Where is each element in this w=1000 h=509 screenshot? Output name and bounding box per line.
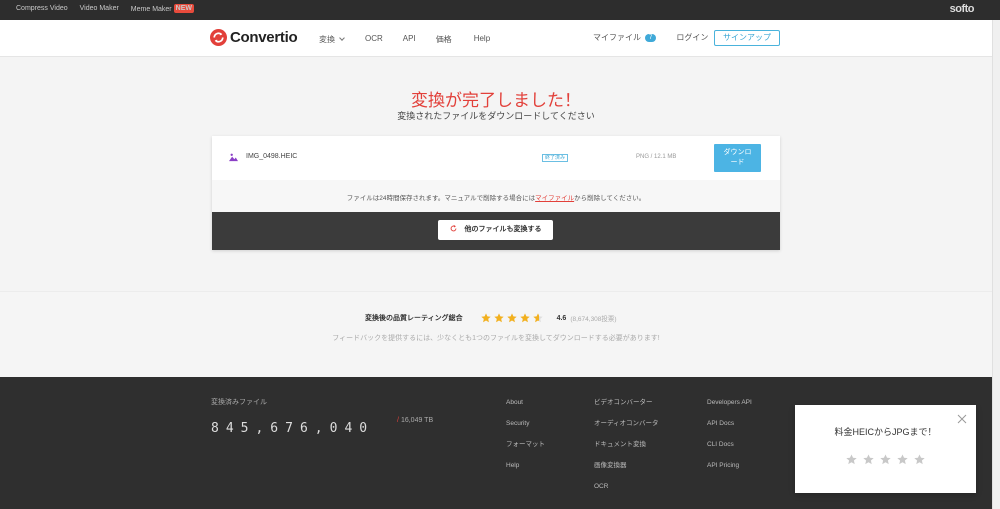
top-links: Compress Video Video Maker Meme Maker NEW [16,4,194,13]
nav-ocr[interactable]: OCR [365,34,383,45]
converted-size-value: 16,049 TB [400,417,434,424]
star-icon [519,313,530,323]
rating-label: 変換後の品質レーティング総合 [365,315,463,322]
convertio-logo[interactable]: Convertio [210,29,298,46]
popup-star-icon[interactable] [880,454,891,465]
download-button-label-line2: ード [730,159,745,166]
top-link-video-maker[interactable]: Video Maker [80,5,119,13]
footer-link-about[interactable]: About [506,398,545,407]
footer-column-company: About Security フォーマット Help [506,398,545,470]
footer-column-converters: ビデオコンバーター オーディオコンバータ ドキュメント変換 画像変換器 OCR [594,398,659,491]
popup-star-icon[interactable] [846,454,857,465]
image-file-icon [229,153,238,162]
star-icon [493,313,504,323]
top-link-meme-maker-label: Meme Maker [130,6,172,13]
star-icon [480,313,491,323]
star-icon [532,313,543,323]
my-files-link[interactable]: マイファイル 7 [593,32,657,43]
popup-star-icon[interactable] [914,454,925,465]
convert-other-files-label: 他のファイルも変換する [464,226,542,233]
refresh-icon [450,225,456,232]
close-icon[interactable] [957,414,967,424]
slash-divider: / [397,417,399,424]
footer-link-ocr[interactable]: OCR [594,482,659,491]
my-files-count-badge: 7 [645,34,657,42]
header-account: マイファイル 7 ログイン [593,32,708,43]
signup-button[interactable]: サインアップ [714,30,780,46]
footer-link-help[interactable]: Help [506,461,545,470]
conversion-complete-title: 変換が完了しました！ [411,91,581,110]
status-badge: 終了済み [542,154,569,162]
footer-link-api-docs[interactable]: API Docs [707,419,752,428]
nav-help[interactable]: Help [474,34,490,45]
nav-api[interactable]: API [403,34,416,45]
file-card: IMG_0498.HEIC 終了済み PNG / 12.1 MB ダウンロ ード… [212,136,780,250]
footer-link-cli-docs[interactable]: CLI Docs [707,440,752,449]
popup-star-icon[interactable] [863,454,874,465]
chevron-down-icon [339,35,345,41]
footer-link-image-converter[interactable]: 画像変換器 [594,461,659,470]
rating-score: 4.6 [556,314,567,322]
page-scrollbar[interactable] [992,20,1000,509]
conversion-complete-subtitle: 変換されたファイルをダウンロードしてください [397,111,595,121]
softo-logo[interactable]: softo [950,3,975,15]
footer-column-developers: Developers API API Docs CLI Docs API Pri… [707,398,752,470]
converted-size: /16,049 TB [397,417,433,424]
new-badge: NEW [173,4,194,13]
rating-line: 変換後の品質レーティング総合 4.6 (8,674,308投票) [365,313,617,323]
convertio-logo-icon [210,29,227,46]
popup-rating-stars [846,454,925,465]
footer-link-video-converter[interactable]: ビデオコンバーター [594,398,659,407]
feedback-note: フィードバックを提供するには、少なくとも1つのファイルを変換してダウンロードする… [332,335,660,342]
footer-link-formats[interactable]: フォーマット [506,440,545,449]
footer-link-document-converter[interactable]: ドキュメント変換 [594,440,659,449]
convert-other-files-button[interactable]: 他のファイルも変換する [438,220,553,240]
storage-notice-text-before: ファイルは24時間保存されます。マニュアルで削除する場合には [346,195,536,202]
rating-section: 変換後の品質レーティング総合 4.6 (8,674,308投票) フィードバック… [0,291,992,377]
file-row: IMG_0498.HEIC 終了済み PNG / 12.1 MB ダウンロ ード [212,136,780,180]
popup-title: 料金HEICからJPGまで！ [834,427,937,437]
login-link[interactable]: ログイン [676,32,708,43]
file-name: IMG_0498.HEIC [246,153,298,160]
main-nav: 変換 OCR API 価格 Help [319,34,490,45]
nav-convert-label: 変換 [319,35,335,44]
rating-popup: 料金HEICからJPGまで！ [795,405,976,493]
rating-votes: (8,674,308投票) [570,316,617,323]
top-link-meme-maker[interactable]: Meme Maker NEW [130,4,194,13]
nav-pricing[interactable]: 価格 [436,34,452,45]
converted-files-count: 845,676,040 [211,421,375,436]
storage-notice-text-after: から削除してください。 [574,195,646,202]
file-format-size: PNG / 12.1 MB [636,154,677,160]
footer-link-api-pricing[interactable]: API Pricing [707,461,752,470]
converted-files-label: 変換済みファイル [211,399,267,406]
download-button[interactable]: ダウンロ ード [714,144,761,172]
top-link-compress-video[interactable]: Compress Video [16,5,68,13]
popup-star-icon[interactable] [897,454,908,465]
top-bar: Compress Video Video Maker Meme Maker NEW… [0,0,1000,20]
logo-wordmark: Convertio [230,29,298,46]
my-files-label: マイファイル [593,33,641,42]
storage-notice: ファイルは24時間保存されます。マニュアルで削除する場合にはマイファイルから削除… [212,180,780,212]
my-files-notice-link[interactable]: マイファイル [535,195,574,202]
rating-stars [480,313,543,323]
convert-other-bar: 他のファイルも変換する [212,212,780,250]
footer-link-security[interactable]: Security [506,419,545,428]
star-icon [506,313,517,323]
footer-link-audio-converter[interactable]: オーディオコンバータ [594,419,659,428]
footer-link-developers-api[interactable]: Developers API [707,398,752,407]
site-header: Convertio 変換 OCR API 価格 Help マイファイル 7 ログイ… [0,20,992,57]
download-button-label-line1: ダウンロ [723,149,752,156]
nav-convert[interactable]: 変換 [319,34,345,45]
